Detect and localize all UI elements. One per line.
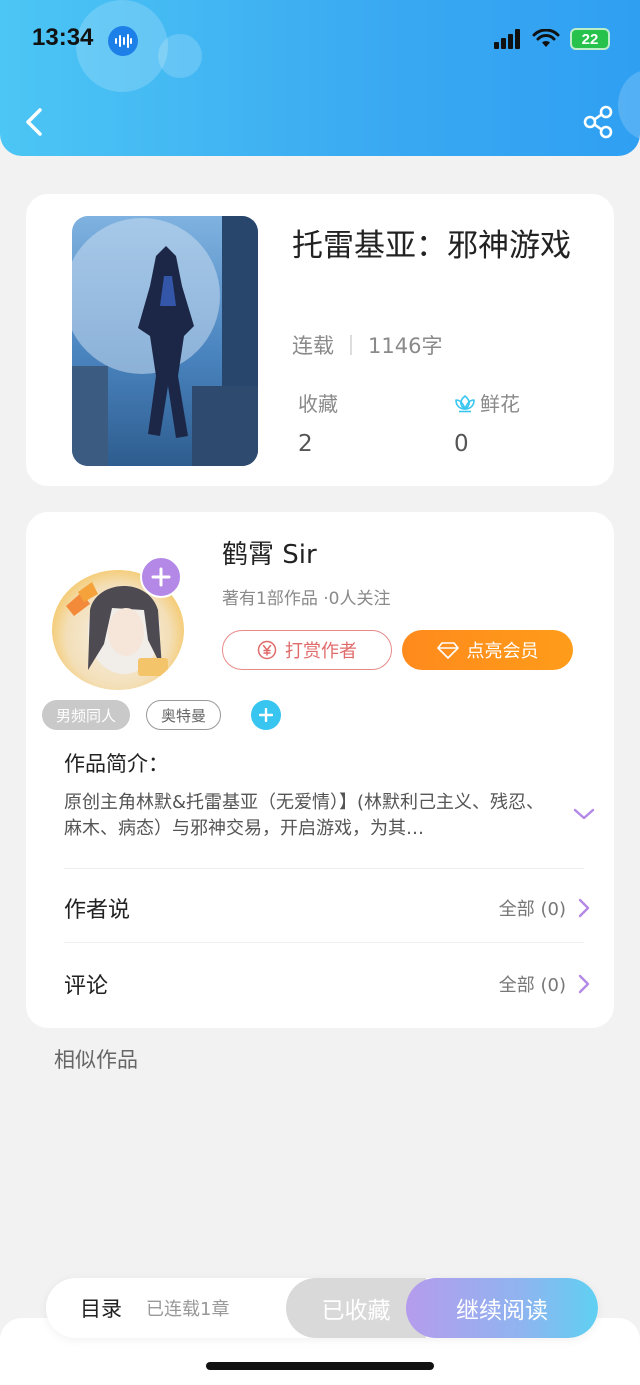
audio-wave-icon — [108, 26, 138, 56]
collect-label: 收藏 — [298, 392, 338, 416]
home-indicator — [206, 1362, 434, 1370]
comments-count: 全部 (0) — [498, 975, 566, 996]
follow-author-button[interactable] — [140, 556, 182, 598]
author-name[interactable]: 鹤霄 Sir — [222, 534, 317, 571]
divider — [64, 868, 584, 869]
book-info-card: 托雷基亚：邪神游戏 连载 1146字 收藏 2 鲜花 0 — [26, 194, 614, 486]
similar-works-title: 相似作品 — [54, 1048, 138, 1072]
vip-button[interactable]: 点亮会员 — [402, 630, 573, 670]
battery-indicator: 22 — [570, 28, 610, 50]
author-says-row[interactable]: 作者说 全部 (0) — [64, 888, 590, 928]
add-tag-button[interactable] — [251, 700, 282, 730]
reward-author-button[interactable]: 打赏作者 — [222, 630, 392, 670]
comments-label: 评论 — [64, 974, 109, 999]
collected-button[interactable]: 已收藏 — [286, 1278, 426, 1338]
intro-text[interactable]: 原创主角林默&托雷基亚（无爱情）】(林默利己主义、残忍、麻木、病态）与邪神交易，… — [64, 790, 554, 842]
wifi-icon — [532, 29, 560, 47]
vip-label: 点亮会员 — [466, 641, 539, 662]
toc-label: 目录 — [80, 1297, 122, 1321]
flower-count: 0 — [454, 431, 469, 457]
header: 13:34 22 — [0, 0, 640, 156]
chevron-down-icon — [573, 808, 595, 820]
collect-count: 2 — [298, 431, 313, 457]
status-indicators: 22 — [494, 28, 610, 50]
book-meta: 连载 1146字 — [292, 330, 442, 360]
diamond-icon — [436, 642, 459, 659]
plus-icon — [259, 708, 274, 722]
serial-status: 连载 — [292, 334, 334, 358]
chevron-left-icon — [26, 108, 42, 136]
signal-icon — [494, 29, 520, 49]
comments-row[interactable]: 评论 全部 (0) — [64, 964, 590, 1004]
author-says-count: 全部 (0) — [498, 899, 566, 920]
decor-bubble — [618, 70, 640, 140]
author-says-label: 作者说 — [64, 898, 131, 923]
reward-label: 打赏作者 — [285, 641, 357, 662]
continue-reading-button[interactable]: 继续阅读 — [406, 1278, 598, 1338]
tag-list: 男频同人 奥特曼 — [42, 700, 282, 730]
intro-title: 作品简介： — [64, 752, 169, 776]
author-card: 鹤霄 Sir 著有1部作品 ·0人关注 打赏作者 点亮会员 男频同人 奥特曼 作… — [26, 512, 614, 1028]
chevron-right-icon — [578, 898, 590, 918]
plus-icon — [151, 567, 171, 587]
book-title: 托雷基亚：邪神游戏 — [292, 228, 571, 264]
chevron-right-icon — [578, 974, 590, 994]
collect-stat: 收藏 2 — [298, 388, 338, 457]
divider — [350, 335, 352, 355]
tag-item[interactable]: 奥特曼 — [146, 700, 222, 730]
flower-icon — [455, 394, 475, 412]
tag-item[interactable]: 男频同人 — [42, 700, 131, 730]
yen-coin-icon — [257, 640, 277, 660]
book-cover-image[interactable] — [72, 216, 258, 466]
toc-button[interactable]: 目录 已连载1章 — [80, 1278, 229, 1338]
decor-bubble — [158, 34, 202, 78]
bottom-action-bar: 目录 已连载1章 已收藏 继续阅读 — [46, 1278, 598, 1338]
word-count: 1146字 — [368, 334, 443, 358]
share-icon — [583, 105, 613, 139]
flower-label: 鲜花 — [480, 392, 520, 416]
share-button[interactable] — [582, 104, 616, 140]
back-button[interactable] — [22, 104, 48, 140]
status-time: 13:34 — [32, 24, 94, 51]
author-summary: 著有1部作品 ·0人关注 — [222, 589, 391, 609]
flower-stat[interactable]: 鲜花 0 — [454, 388, 520, 457]
toc-status: 已连载1章 — [146, 1299, 230, 1320]
expand-intro-button[interactable] — [572, 806, 596, 822]
divider — [64, 942, 584, 943]
